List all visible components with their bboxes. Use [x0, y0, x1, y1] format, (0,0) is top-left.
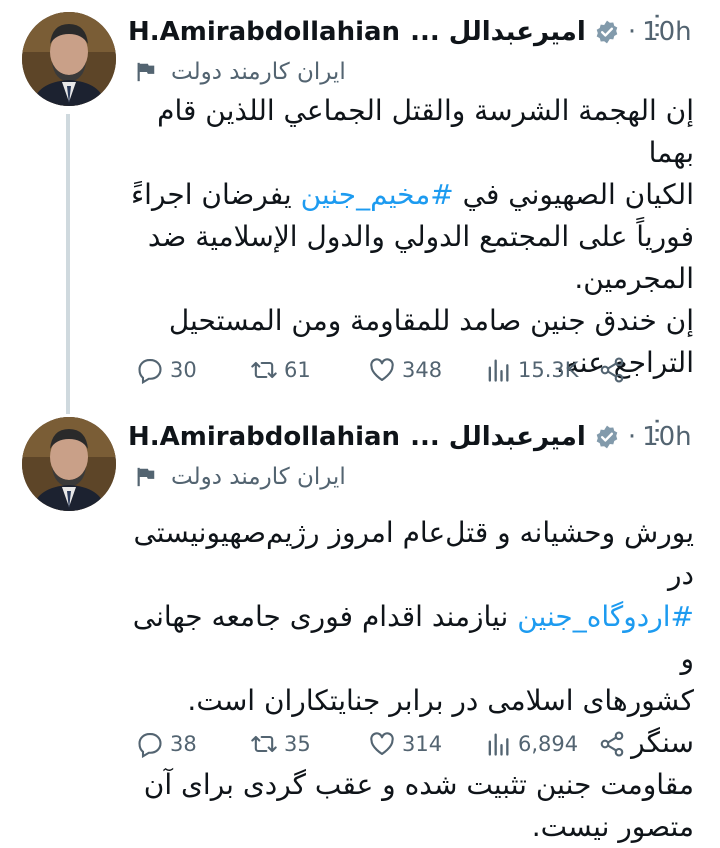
tweet-header: H.Amirabdollahian امیرعبدالل ... · 10h ·… [128, 417, 694, 457]
hashtag-link[interactable]: #اردوگاه_جنین [517, 600, 694, 633]
more-icon[interactable]: ··· [636, 12, 676, 52]
affiliation-label: ایران کارمند دولت [135, 55, 346, 89]
share-icon [600, 731, 624, 757]
like-count: 314 [402, 732, 443, 756]
hashtag-link[interactable]: #مخيم_جنين [301, 178, 454, 211]
share-button[interactable] [598, 724, 626, 764]
tweet-body: یورش وحشیانه و قتل‌عام امروز رژیم‌صهیونی… [128, 512, 694, 848]
share-button[interactable] [598, 350, 626, 390]
views-button[interactable]: 6,894 [484, 724, 578, 764]
reply-icon [138, 733, 162, 758]
tweet-text-line: #اردوگاه_جنین نیازمند اقدام فوری جامعه ج… [128, 596, 694, 680]
reply-button[interactable]: 30 [136, 350, 197, 390]
tweet-text-line: فورياً على المجتمع الدولي والدول الإسلام… [147, 220, 694, 253]
tweet-text-line: إن الهجمة الشرسة والقتل الجماعي اللذين ق… [157, 94, 694, 169]
tweet-text-line: مقاومت جنین تثبیت شده و عقب گردی برای آن [143, 768, 694, 801]
views-icon [488, 359, 509, 382]
reply-count: 38 [170, 732, 197, 756]
affiliation-text: ایران کارمند دولت [171, 464, 346, 490]
tweet-text-line: إن خندق جنين صامد للمقاومة ومن المستحيل [168, 304, 694, 337]
like-count: 348 [402, 358, 443, 382]
retweet-button[interactable]: 35 [250, 724, 311, 764]
affiliation-text: ایران کارمند دولت [171, 59, 346, 85]
view-count: 15.3K [518, 358, 579, 382]
tweet-text-line: متصور نیست. [531, 810, 694, 843]
reply-button[interactable]: 38 [136, 724, 197, 764]
author-name-en[interactable]: H.Amirabdollahian [128, 422, 400, 452]
tweet-text-line: یورش وحشیانه و قتل‌عام امروز رژیم‌صهیونی… [133, 516, 694, 591]
like-button[interactable]: 348 [368, 350, 442, 390]
tweet-actions: 38 35 314 6,894 [128, 724, 688, 764]
author-name-fa[interactable]: امیرعبدالل ... [410, 17, 586, 47]
verified-badge-icon [596, 20, 618, 44]
flag-icon [137, 62, 155, 82]
tweet-text-line: المجرمين. [574, 262, 694, 295]
tweet-header: H.Amirabdollahian امیرعبدالل ... · 10h ·… [128, 12, 694, 52]
heart-icon [370, 732, 394, 755]
share-icon [600, 357, 624, 383]
verified-badge-icon [596, 425, 618, 449]
tweet-text-segment: الكيان الصهيوني في [453, 178, 694, 211]
retweet-button[interactable]: 61 [250, 350, 311, 390]
tweet-actions: 30 61 348 15.3K [128, 350, 688, 390]
retweet-icon [251, 735, 277, 753]
avatar[interactable] [22, 12, 116, 106]
separator-dot: · [627, 17, 637, 47]
retweet-count: 61 [284, 358, 311, 382]
reply-count: 30 [170, 358, 197, 382]
reply-icon [138, 359, 162, 384]
retweet-icon [251, 361, 277, 379]
view-count: 6,894 [518, 732, 579, 756]
views-button[interactable]: 15.3K [484, 350, 579, 390]
thread-line [66, 114, 70, 414]
separator-dot: · [627, 422, 637, 452]
retweet-count: 35 [284, 732, 311, 756]
author-name-en[interactable]: H.Amirabdollahian [128, 17, 400, 47]
tweet[interactable]: H.Amirabdollahian امیرعبدالل ... · 10h ·… [0, 0, 720, 414]
heart-icon [370, 358, 394, 381]
tweet-body: إن الهجمة الشرسة والقتل الجماعي اللذين ق… [128, 90, 694, 384]
tweet[interactable]: H.Amirabdollahian امیرعبدالل ... · 10h ·… [0, 405, 720, 843]
affiliation-label: ایران کارمند دولت [135, 460, 346, 494]
author-name-fa[interactable]: امیرعبدالل ... [410, 422, 586, 452]
avatar[interactable] [22, 417, 116, 511]
like-button[interactable]: 314 [368, 724, 442, 764]
tweet-text-segment: يفرضان اجراءً [131, 178, 301, 211]
flag-icon [137, 467, 155, 487]
views-icon [488, 733, 509, 756]
tweet-text-line: الكيان الصهيوني في #مخيم_جنين يفرضان اجر… [128, 174, 694, 216]
more-icon[interactable]: ··· [636, 417, 676, 457]
